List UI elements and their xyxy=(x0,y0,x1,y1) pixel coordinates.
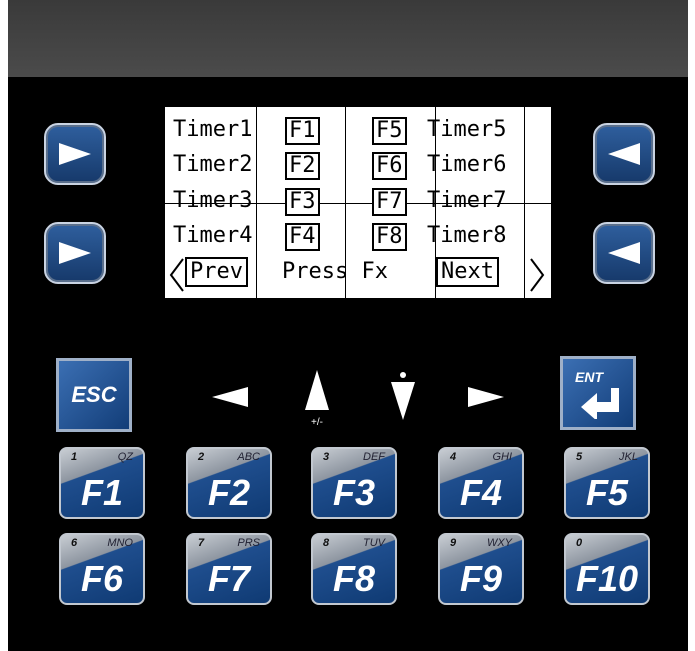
lcd-timer-label: Timer8 xyxy=(427,223,507,248)
f5-key[interactable]: 5 JKL F5 xyxy=(564,447,650,519)
key-label: F9 xyxy=(459,558,502,599)
key-number: 0 xyxy=(576,537,583,549)
left-upper-softkey-button[interactable] xyxy=(44,123,106,185)
key-number: 5 xyxy=(576,451,583,463)
lcd-timer-label: Timer5 xyxy=(427,117,507,142)
left-arrow-key[interactable] xyxy=(210,385,250,409)
key-letters: MNO xyxy=(107,537,133,549)
key-label: F1 xyxy=(80,472,123,513)
key-label: F4 xyxy=(459,472,502,513)
lcd-prompt: Press Fx xyxy=(282,259,388,284)
lcd-fkey-box: F6 xyxy=(372,152,407,180)
key-label: F7 xyxy=(207,558,250,599)
device-top-bezel xyxy=(8,0,688,77)
right-arrow-icon xyxy=(59,143,91,165)
up-arrow-key[interactable]: +/- xyxy=(302,368,332,430)
lcd-fkey-box: F8 xyxy=(372,223,407,251)
down-arrow-icon xyxy=(391,382,415,420)
right-arrow-icon xyxy=(59,242,91,264)
lcd-fkey-box: F4 xyxy=(285,223,320,251)
lcd-fkey-box: F7 xyxy=(372,188,407,216)
f1-key[interactable]: 1 QZ F1 xyxy=(59,447,145,519)
enter-label: ENT xyxy=(575,369,603,385)
lcd-fkey-box: F1 xyxy=(285,117,320,145)
key-label: F3 xyxy=(332,472,375,513)
lcd-timer-label: Timer7 xyxy=(427,188,507,213)
f10-key[interactable]: 0 F10 xyxy=(564,533,650,605)
f8-key[interactable]: 8 TUV F8 xyxy=(311,533,397,605)
esc-label: ESC xyxy=(71,382,117,407)
right-arrow-key[interactable] xyxy=(466,385,506,409)
key-label: F5 xyxy=(585,472,628,513)
key-number: 4 xyxy=(450,451,457,463)
key-letters: JKL xyxy=(619,451,638,463)
left-lower-softkey-button[interactable] xyxy=(44,222,106,284)
lcd-timer-label: Timer1 xyxy=(173,117,253,142)
key-letters: WXY xyxy=(486,537,512,549)
key-letters: ABC xyxy=(237,451,260,463)
key-label: F2 xyxy=(207,472,250,513)
key-number: 2 xyxy=(198,451,205,463)
key-number: 3 xyxy=(323,451,330,463)
esc-button[interactable]: ESC xyxy=(56,358,132,432)
key-number: 8 xyxy=(323,537,330,549)
f4-key[interactable]: 4 GHI F4 xyxy=(438,447,524,519)
f9-key[interactable]: 9 WXY F9 xyxy=(438,533,524,605)
lcd-timer-label: Timer4 xyxy=(173,223,253,248)
left-arrow-icon xyxy=(608,242,640,264)
key-label: F8 xyxy=(332,558,375,599)
down-key-dot xyxy=(400,372,406,378)
key-number: 7 xyxy=(198,537,205,549)
lcd-prev-arrow-icon xyxy=(169,258,184,292)
lcd-next-button[interactable]: Next xyxy=(436,257,499,287)
lcd-next-arrow-icon xyxy=(530,258,545,292)
right-upper-softkey-button[interactable] xyxy=(593,123,655,185)
lcd-prev-button[interactable]: Prev xyxy=(185,257,248,287)
f7-key[interactable]: 7 PRS F7 xyxy=(186,533,272,605)
lcd-display: Timer1 F1 F5 Timer5 Timer2 F2 F6 Timer6 … xyxy=(165,107,551,298)
f2-key[interactable]: 2 ABC F2 xyxy=(186,447,272,519)
key-letters: DEF xyxy=(363,451,385,463)
down-arrow-key[interactable] xyxy=(388,372,418,424)
key-letters: GHI xyxy=(492,451,512,463)
up-arrow-icon xyxy=(305,370,329,410)
lcd-fkey-box: F5 xyxy=(372,117,407,145)
enter-button[interactable]: ENT xyxy=(560,356,636,430)
key-label: F10 xyxy=(575,558,639,599)
right-lower-softkey-button[interactable] xyxy=(593,222,655,284)
lcd-fkey-box: F2 xyxy=(285,152,320,180)
up-key-sublabel: +/- xyxy=(311,417,323,428)
key-number: 9 xyxy=(450,537,457,549)
key-letters: QZ xyxy=(117,451,133,463)
f6-key[interactable]: 6 MNO F6 xyxy=(59,533,145,605)
lcd-timer-label: Timer6 xyxy=(427,152,507,177)
lcd-timer-label: Timer2 xyxy=(173,152,253,177)
key-letters: TUV xyxy=(363,537,385,549)
lcd-fkey-box: F3 xyxy=(285,188,320,216)
left-arrow-icon xyxy=(608,143,640,165)
f3-key[interactable]: 3 DEF F3 xyxy=(311,447,397,519)
enter-icon xyxy=(581,388,619,419)
key-number: 1 xyxy=(71,451,78,463)
key-label: F6 xyxy=(80,558,123,599)
key-number: 6 xyxy=(71,537,78,549)
lcd-timer-label: Timer3 xyxy=(173,188,253,213)
key-letters: PRS xyxy=(237,537,260,549)
